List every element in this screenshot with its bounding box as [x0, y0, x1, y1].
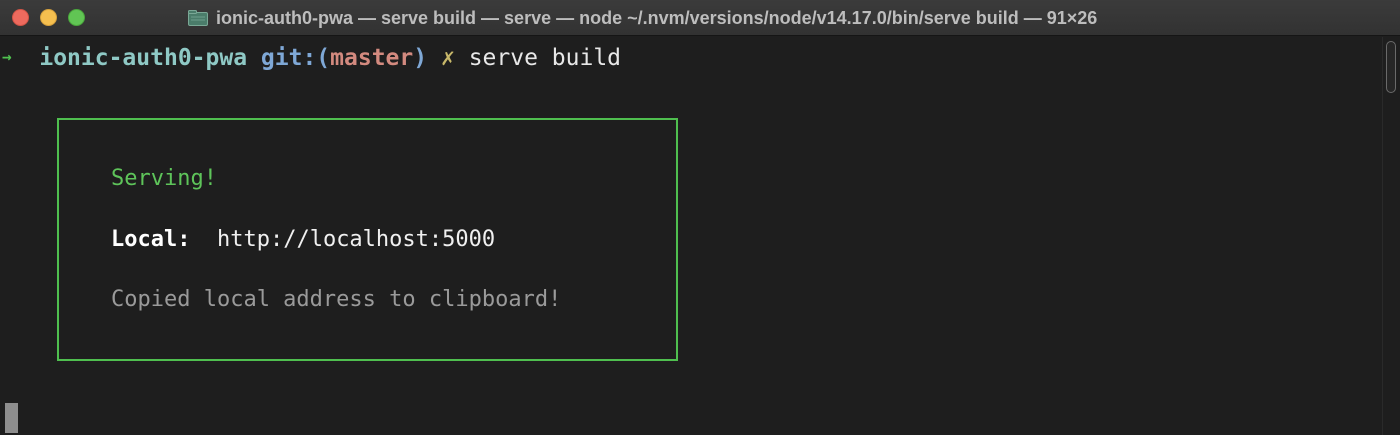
serve-info-box: Serving! Local: http://localhost:5000 Co…	[57, 118, 678, 361]
clipboard-message: Copied local address to clipboard!	[111, 287, 562, 312]
zoom-window-button[interactable]	[68, 9, 85, 26]
window-title-wrap: ionic-auth0-pwa — serve build — serve — …	[188, 0, 1248, 36]
prompt-command: serve build	[468, 45, 622, 71]
prompt-git-prefix: git:(	[260, 45, 331, 71]
folder-icon	[188, 10, 208, 26]
prompt-branch: master	[330, 45, 414, 71]
terminal-cursor	[5, 403, 18, 433]
local-url[interactable]: http://localhost:5000	[217, 227, 495, 252]
local-label: Local:	[111, 227, 191, 252]
prompt-line: → ionic-auth0-pwa git:(master) ✗ serve b…	[0, 42, 621, 72]
scrollbar-thumb[interactable]	[1386, 41, 1396, 93]
minimize-window-button[interactable]	[40, 9, 57, 26]
window-title: ionic-auth0-pwa — serve build — serve — …	[216, 7, 1098, 28]
close-window-button[interactable]	[12, 9, 29, 26]
prompt-arrow-icon: →	[2, 47, 12, 66]
prompt-repo-name: ionic-auth0-pwa	[39, 45, 248, 71]
local-address-line: Local: http://localhost:5000	[111, 226, 495, 254]
scrollbar[interactable]	[1382, 37, 1400, 435]
prompt-dirty-mark-icon: ✗	[440, 45, 455, 71]
prompt-git-suffix: )	[413, 45, 428, 71]
serving-status: Serving!	[111, 166, 217, 191]
title-bar: ionic-auth0-pwa — serve build — serve — …	[0, 0, 1400, 36]
